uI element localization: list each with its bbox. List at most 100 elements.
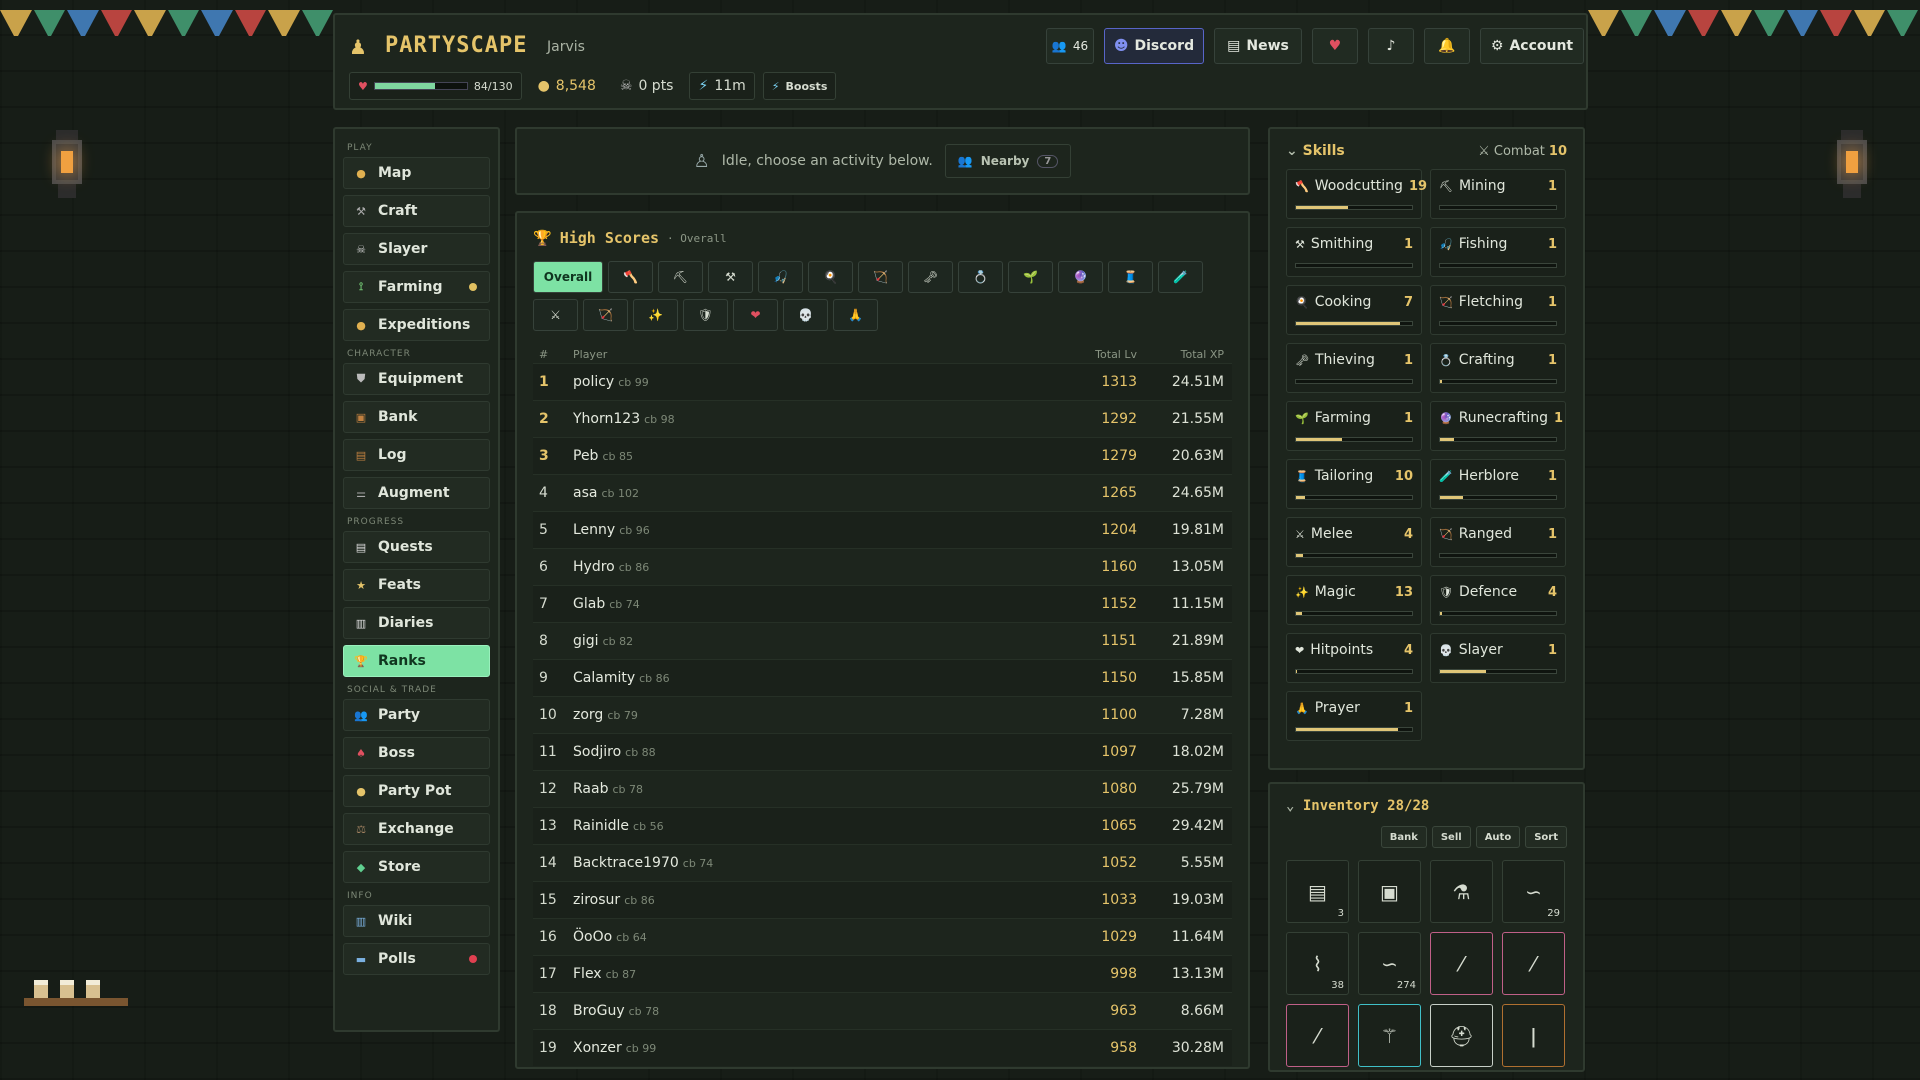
skill-card-hitpoints[interactable]: ❤ Hitpoints 4 (1286, 633, 1422, 683)
skill-card-defence[interactable]: 🛡 Defence 4 (1430, 575, 1566, 625)
nav-party[interactable]: 👥 Party (343, 699, 490, 731)
inventory-slot[interactable]: ⚚ (1358, 1004, 1421, 1067)
skills-header[interactable]: ⌄ Skills (1286, 143, 1345, 159)
tab-cooking[interactable]: 🍳 (808, 261, 853, 293)
skill-card-ranged[interactable]: 🏹 Ranged 1 (1430, 517, 1566, 567)
news-button[interactable]: ▤ News (1214, 28, 1302, 64)
inventory-auto-button[interactable]: Auto (1475, 826, 1521, 848)
tab-farming[interactable]: 🌱 (1008, 261, 1053, 293)
inventory-slot[interactable]: ⁄ (1502, 932, 1565, 995)
tab-herblore[interactable]: 🧪 (1158, 261, 1203, 293)
table-row[interactable]: 19 Xonzer cb 99 958 30.28M (533, 1029, 1232, 1066)
skill-card-runecrafting[interactable]: 🔮 Runecrafting 1 (1430, 401, 1566, 451)
table-row[interactable]: 3 Peb cb 85 1279 20.63M (533, 437, 1232, 474)
skill-card-mining[interactable]: ⛏ Mining 1 (1430, 169, 1566, 219)
table-row[interactable]: 15 zirosur cb 86 1033 19.03M (533, 881, 1232, 918)
table-row[interactable]: 1 policy cb 99 1313 24.51M (533, 363, 1232, 400)
table-row[interactable]: 14 Backtrace1970 cb 74 1052 5.55M (533, 844, 1232, 881)
table-row[interactable]: 10 zorg cb 79 1100 7.28M (533, 696, 1232, 733)
nav-store[interactable]: ◆ Store (343, 851, 490, 883)
nav-slayer[interactable]: ☠ Slayer (343, 233, 490, 265)
discord-button[interactable]: ☻ Discord (1104, 28, 1204, 64)
tab-fletching[interactable]: 🏹 (858, 261, 903, 293)
nav-map[interactable]: ● Map (343, 157, 490, 189)
tab-overall[interactable]: Overall (533, 261, 603, 293)
tab-slayer[interactable]: 💀 (783, 299, 828, 331)
skill-card-tailoring[interactable]: 🧵 Tailoring 10 (1286, 459, 1422, 509)
skill-card-thieving[interactable]: 🗝 Thieving 1 (1286, 343, 1422, 393)
nav-exchange[interactable]: ⚖ Exchange (343, 813, 490, 845)
nav-expeditions[interactable]: ● Expeditions (343, 309, 490, 341)
account-button[interactable]: ⚙ Account (1480, 28, 1584, 64)
inventory-sell-button[interactable]: Sell (1431, 826, 1471, 848)
table-row[interactable]: 4 asa cb 102 1265 24.65M (533, 474, 1232, 511)
notifications-button[interactable]: 🔔 (1424, 28, 1470, 64)
inventory-slot[interactable]: ǀ (1502, 1004, 1565, 1067)
table-row[interactable]: 18 BroGuy cb 78 963 8.66M (533, 992, 1232, 1029)
table-row[interactable]: 11 Sodjiro cb 88 1097 18.02M (533, 733, 1232, 770)
nav-farming[interactable]: ⟟ Farming (343, 271, 490, 303)
inventory-header[interactable]: ⌄ Inventory 28/28 (1286, 798, 1567, 814)
tab-hitpoints[interactable]: ❤ (733, 299, 778, 331)
table-row[interactable]: 17 Flex cb 87 998 13.13M (533, 955, 1232, 992)
tab-fishing[interactable]: 🎣 (758, 261, 803, 293)
skill-card-fletching[interactable]: 🏹 Fletching 1 (1430, 285, 1566, 335)
inventory-slot[interactable]: ⁄ (1430, 932, 1493, 995)
tab-mining[interactable]: ⛏ (658, 261, 703, 293)
tab-ranged[interactable]: 🏹 (583, 299, 628, 331)
tab-defence[interactable]: 🛡 (683, 299, 728, 331)
tab-prayer[interactable]: 🙏 (833, 299, 878, 331)
inventory-bank-button[interactable]: Bank (1380, 826, 1427, 848)
music-button[interactable]: ♪ (1368, 28, 1414, 64)
favorites-button[interactable]: ♥ (1312, 28, 1358, 64)
nav-quests[interactable]: ▤ Quests (343, 531, 490, 563)
inventory-slot[interactable]: ∽ 274 (1358, 932, 1421, 995)
skill-card-melee[interactable]: ⚔ Melee 4 (1286, 517, 1422, 567)
inventory-slot[interactable]: ▣ (1358, 860, 1421, 923)
table-row[interactable]: 16 ÖoOo cb 64 1029 11.64M (533, 918, 1232, 955)
tab-crafting[interactable]: 💍 (958, 261, 1003, 293)
inventory-sort-button[interactable]: Sort (1525, 826, 1567, 848)
table-row[interactable]: 9 Calamity cb 86 1150 15.85M (533, 659, 1232, 696)
tab-runecrafting[interactable]: 🔮 (1058, 261, 1103, 293)
tab-tailoring[interactable]: 🧵 (1108, 261, 1153, 293)
inventory-slot[interactable]: ⁄ (1286, 1004, 1349, 1067)
online-count-button[interactable]: 👥 46 (1046, 28, 1094, 64)
tab-melee[interactable]: ⚔ (533, 299, 578, 331)
inventory-slot[interactable]: ∽ 29 (1502, 860, 1565, 923)
skill-card-farming[interactable]: 🌱 Farming 1 (1286, 401, 1422, 451)
nav-craft[interactable]: ⚒ Craft (343, 195, 490, 227)
skill-card-slayer[interactable]: 💀 Slayer 1 (1430, 633, 1566, 683)
inventory-slot[interactable]: ⚗ (1430, 860, 1493, 923)
tab-smithing[interactable]: ⚒ (708, 261, 753, 293)
nav-party-pot[interactable]: ● Party Pot (343, 775, 490, 807)
skill-card-fishing[interactable]: 🎣 Fishing 1 (1430, 227, 1566, 277)
nav-log[interactable]: ▤ Log (343, 439, 490, 471)
skill-card-cooking[interactable]: 🍳 Cooking 7 (1286, 285, 1422, 335)
tab-magic[interactable]: ✨ (633, 299, 678, 331)
nav-polls[interactable]: ▬ Polls (343, 943, 490, 975)
inventory-slot[interactable]: ⌇ 38 (1286, 932, 1349, 995)
table-row[interactable]: 8 gigi cb 82 1151 21.89M (533, 622, 1232, 659)
table-row[interactable]: 12 Raab cb 78 1080 25.79M (533, 770, 1232, 807)
nav-feats[interactable]: ★ Feats (343, 569, 490, 601)
inventory-slot[interactable]: ▤ 3 (1286, 860, 1349, 923)
boosts-button[interactable]: ⚡ Boosts (762, 72, 837, 100)
nav-bank[interactable]: ▣ Bank (343, 401, 490, 433)
skill-card-crafting[interactable]: 💍 Crafting 1 (1430, 343, 1566, 393)
nav-diaries[interactable]: ▥ Diaries (343, 607, 490, 639)
inventory-slot[interactable]: ⛑ (1430, 1004, 1493, 1067)
nav-boss[interactable]: ♠ Boss (343, 737, 490, 769)
table-row[interactable]: 6 Hydro cb 86 1160 13.05M (533, 548, 1232, 585)
tab-woodcutting[interactable]: 🪓 (608, 261, 653, 293)
nav-ranks[interactable]: 🏆 Ranks (343, 645, 490, 677)
skill-card-woodcutting[interactable]: 🪓 Woodcutting 19 (1286, 169, 1427, 219)
nav-augment[interactable]: ⚌ Augment (343, 477, 490, 509)
table-row[interactable]: 2 Yhorn123 cb 98 1292 21.55M (533, 400, 1232, 437)
skill-card-magic[interactable]: ✨ Magic 13 (1286, 575, 1422, 625)
tab-thieving[interactable]: 🗝 (908, 261, 953, 293)
skill-card-herblore[interactable]: 🧪 Herblore 1 (1430, 459, 1566, 509)
table-row[interactable]: 7 Glab cb 74 1152 11.15M (533, 585, 1232, 622)
table-row[interactable]: 5 Lenny cb 96 1204 19.81M (533, 511, 1232, 548)
brand-title[interactable]: PARTYSCAPE (385, 33, 527, 58)
